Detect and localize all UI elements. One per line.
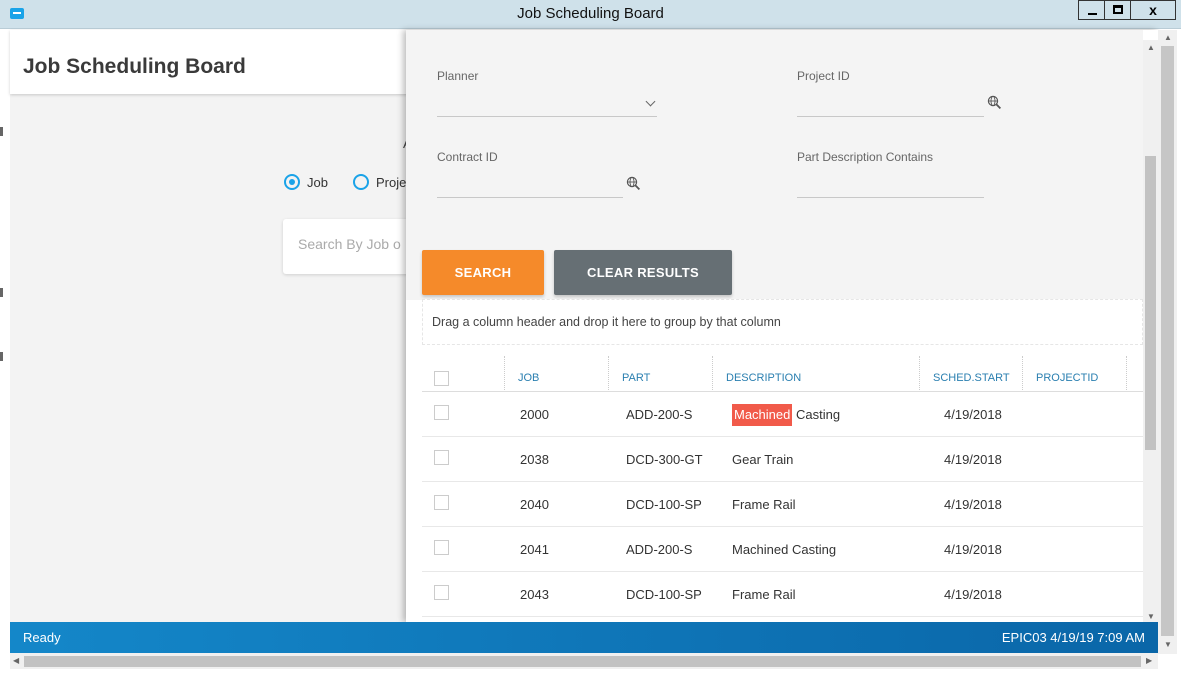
radio-project-label: Proje — [375, 174, 407, 190]
column-header-description[interactable]: DESCRIPTION — [726, 372, 801, 384]
clear-results-button[interactable]: CLEAR RESULTS — [554, 250, 732, 295]
grid-header: JOB PART DESCRIPTION SCHED.START PROJECT… — [422, 352, 1143, 392]
planner-label: Planner — [437, 69, 479, 83]
table-row[interactable]: 2000 ADD-200-S Machined Casting 4/19/201… — [422, 392, 1143, 437]
part-desc-label: Part Description Contains — [797, 150, 934, 164]
scroll-up-arrow-icon[interactable]: ▲ — [1164, 33, 1172, 42]
radio-project[interactable] — [352, 174, 369, 190]
cell-description: Frame Rail — [732, 497, 796, 512]
window-controls: x — [1078, 0, 1176, 20]
cell-part: ADD-200-S — [626, 542, 693, 557]
radio-job[interactable] — [284, 174, 300, 190]
window-scrollbar-thumb[interactable] — [1161, 46, 1174, 636]
edge-fragment — [0, 127, 3, 136]
cell-part: DCD-100-SP — [626, 587, 702, 602]
horizontal-scrollbar-thumb[interactable] — [24, 656, 1141, 667]
window-titlebar: Job Scheduling Board x — [0, 0, 1181, 29]
cell-sched-start: 4/19/2018 — [944, 407, 1002, 422]
cell-description: Frame Rail — [732, 587, 796, 602]
contract-id-label: Contract ID — [437, 150, 498, 164]
description-rest: Casting — [792, 407, 841, 422]
column-header-projectid[interactable]: PROJECTID — [1036, 372, 1098, 384]
cell-job: 2038 — [520, 452, 549, 467]
column-separator — [1126, 356, 1127, 390]
minimize-icon — [1088, 13, 1097, 15]
close-button[interactable]: x — [1130, 0, 1176, 20]
row-checkbox[interactable] — [434, 585, 449, 600]
row-checkbox[interactable] — [434, 405, 449, 420]
cell-job: 2000 — [520, 407, 549, 422]
globe-search-icon[interactable] — [626, 176, 640, 190]
close-icon: x — [1149, 2, 1157, 18]
cell-part: DCD-300-GT — [626, 452, 703, 467]
project-id-field[interactable] — [797, 116, 984, 117]
row-checkbox[interactable] — [434, 450, 449, 465]
chevron-down-icon[interactable] — [645, 96, 656, 107]
row-checkbox[interactable] — [434, 540, 449, 555]
planner-select[interactable] — [437, 116, 657, 117]
cell-job: 2043 — [520, 587, 549, 602]
scroll-down-arrow-icon[interactable]: ▼ — [1164, 640, 1172, 649]
column-separator — [1022, 356, 1023, 390]
cell-sched-start: 4/19/2018 — [944, 497, 1002, 512]
maximize-icon — [1113, 5, 1123, 14]
cell-description: Machined Casting — [732, 542, 837, 557]
table-row[interactable]: 2041 ADD-200-S Machined Casting 4/19/201… — [422, 527, 1143, 572]
horizontal-scrollbar[interactable]: ◀ ▶ — [10, 653, 1158, 669]
minimize-button[interactable] — [1078, 0, 1105, 20]
cell-sched-start: 4/19/2018 — [944, 587, 1002, 602]
contract-id-field[interactable] — [437, 197, 623, 198]
scroll-down-arrow-icon[interactable]: ▼ — [1147, 612, 1155, 621]
search-highlight: Machined — [732, 404, 793, 426]
window-scrollbar[interactable]: ▲ ▼ — [1158, 30, 1177, 654]
cell-description: Machined Casting — [732, 404, 841, 426]
cell-job: 2041 — [520, 542, 549, 557]
filter-area: Planner Project ID Contract ID Part Desc… — [406, 30, 1143, 300]
cell-part: ADD-200-S — [626, 407, 693, 422]
cell-job: 2040 — [520, 497, 549, 512]
table-row[interactable]: 2038 DCD-300-GT Gear Train 4/19/2018 — [422, 437, 1143, 482]
filter-panel: Planner Project ID Contract ID Part Desc… — [406, 30, 1158, 622]
status-session-info: EPIC03 4/19/19 7:09 AM — [1001, 630, 1145, 645]
cell-part: DCD-100-SP — [626, 497, 702, 512]
status-bar: Ready EPIC03 4/19/19 7:09 AM — [10, 622, 1158, 653]
column-separator — [504, 356, 505, 390]
column-header-job[interactable]: JOB — [518, 372, 539, 384]
table-row[interactable]: 2040 DCD-100-SP Frame Rail 4/19/2018 — [422, 482, 1143, 527]
maximize-button[interactable] — [1104, 0, 1131, 20]
window-title: Job Scheduling Board — [517, 5, 664, 22]
project-id-label: Project ID — [797, 69, 850, 83]
group-by-drop-zone[interactable]: Drag a column header and drop it here to… — [422, 299, 1143, 345]
cell-sched-start: 4/19/2018 — [944, 452, 1002, 467]
column-header-part[interactable]: PART — [622, 372, 650, 384]
select-all-checkbox[interactable] — [434, 371, 449, 386]
globe-search-icon[interactable] — [987, 95, 1001, 109]
radio-job-label: Job — [307, 174, 328, 190]
cell-description: Gear Train — [732, 452, 794, 467]
column-separator — [919, 356, 920, 390]
scroll-up-arrow-icon[interactable]: ▲ — [1147, 43, 1155, 52]
column-separator — [712, 356, 713, 390]
column-separator — [608, 356, 609, 390]
page-title: Job Scheduling Board — [23, 55, 246, 78]
panel-scrollbar-thumb[interactable] — [1145, 156, 1156, 450]
edge-fragment — [0, 352, 3, 361]
edge-fragment — [0, 288, 3, 297]
search-button[interactable]: SEARCH — [422, 250, 544, 295]
table-row[interactable]: 2043 DCD-100-SP Frame Rail 4/19/2018 — [422, 572, 1143, 617]
part-desc-field[interactable] — [797, 197, 984, 198]
status-text: Ready — [23, 630, 61, 645]
column-header-sched-start[interactable]: SCHED.START — [933, 372, 1010, 384]
row-checkbox[interactable] — [434, 495, 449, 510]
scroll-left-arrow-icon[interactable]: ◀ — [13, 656, 19, 665]
panel-scrollbar[interactable]: ▲ ▼ — [1143, 40, 1158, 622]
cell-sched-start: 4/19/2018 — [944, 542, 1002, 557]
scroll-right-arrow-icon[interactable]: ▶ — [1146, 656, 1152, 665]
results-grid: JOB PART DESCRIPTION SCHED.START PROJECT… — [422, 352, 1143, 617]
